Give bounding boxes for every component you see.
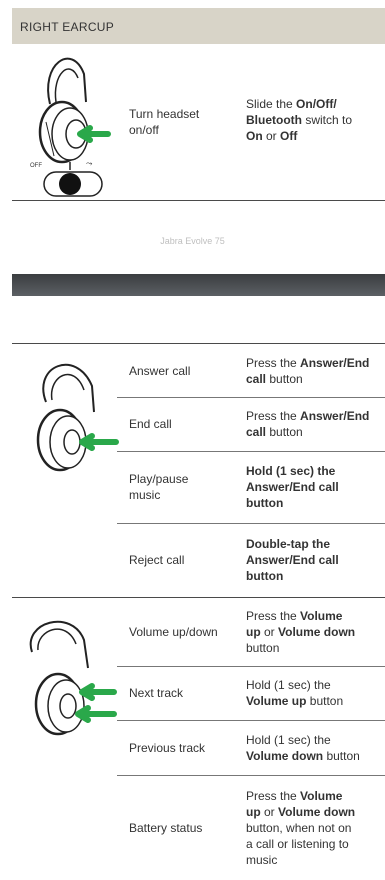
action-label: Previous track [129,740,206,755]
action-label: Reject call [129,553,185,567]
action-label: Next track [129,686,184,700]
arrow-icon [79,683,117,701]
instruction-text: Press the Volume up or Volume down button,… [246,788,356,867]
instruction-text: Slide the On/Off/Bluetooth switch to On o… [246,97,353,143]
headset-illustration-volume [29,620,117,736]
action-label: Answer call [129,363,191,378]
row-divider [117,397,385,398]
section-title: RIGHT EARCUP [20,20,115,34]
page-break-bar [12,274,385,296]
table-section-rule [12,597,385,598]
action-label: Turn headset on/off [129,107,200,137]
action-label: Battery status [129,820,203,835]
section-header: RIGHT EARCUP [12,8,385,44]
instruction-text: Hold (1 sec) the Answer/End call button [246,464,339,510]
row-divider [117,451,385,452]
action-label: Play/pause music [129,472,189,502]
table-top-rule [12,343,385,344]
headset-side-icon [38,57,111,197]
instruction-text: Press the Volume up or Volume down button [246,609,356,655]
page-footer: Jabra Evolve 75 [160,236,225,246]
instruction-text: Hold (1 sec) the Volume up button [246,678,344,708]
instruction-text: Hold (1 sec) the Volume down button [246,732,360,763]
arrow-icon [75,705,117,723]
arrow-icon [77,125,111,143]
row-divider [117,523,385,524]
action-label: Volume up/down [129,625,218,639]
divider [12,200,385,201]
row-divider [117,720,385,721]
arrow-icon [79,433,119,451]
switch-off-label: OFF [30,163,42,169]
row-divider [117,775,385,776]
instruction-text: Press the Answer/End call button [246,355,370,386]
instruction-text: Press the Answer/End call button [246,409,370,439]
instruction-text: Double-tap the Answer/End call button [246,537,339,583]
bluetooth-icon: ⤳ [86,159,93,168]
action-label: End call [129,417,172,431]
headset-illustration-call [36,363,119,472]
row-divider [117,666,385,667]
